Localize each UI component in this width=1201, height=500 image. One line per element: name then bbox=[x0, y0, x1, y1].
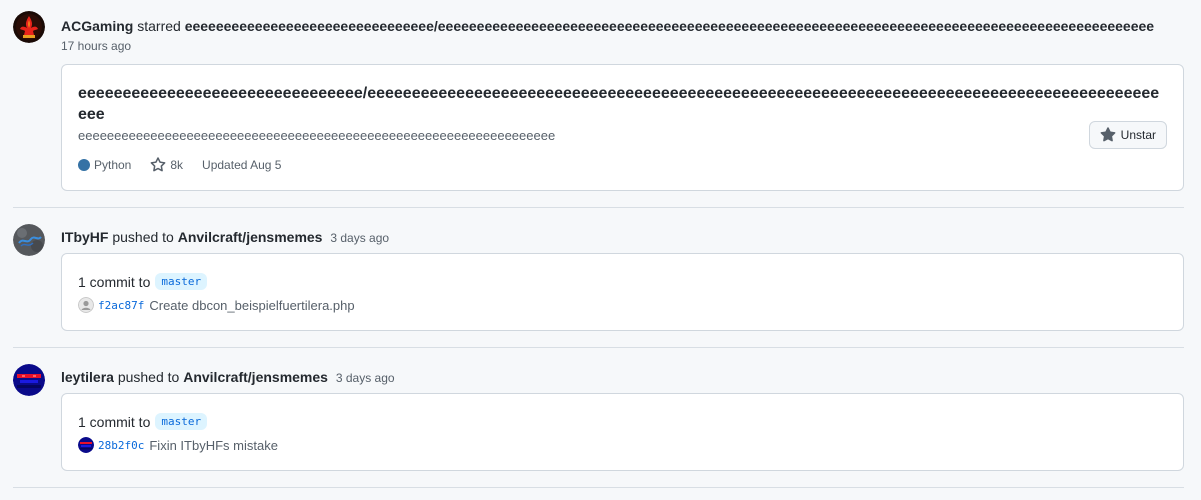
event-time: 17 hours ago bbox=[61, 39, 132, 53]
repo-meta: Python 8k Updated Aug 5 bbox=[78, 157, 300, 173]
repo-language: Python bbox=[78, 158, 131, 172]
repo-updated: Updated Aug 5 bbox=[202, 158, 282, 172]
commit-message: Create dbcon_beispielfuertilera.php bbox=[149, 297, 355, 313]
event-time: 3 days ago bbox=[335, 371, 395, 385]
unstar-label: Unstar bbox=[1120, 128, 1156, 142]
feed-headline: leytilera pushed to Anvilcraft/jensmemes… bbox=[61, 368, 395, 387]
repo-link[interactable]: Anvilcraft/jensmemes bbox=[178, 229, 323, 245]
avatar-leytilera[interactable] bbox=[13, 364, 45, 396]
commit-count: 1 commit to master bbox=[78, 273, 208, 290]
commit-count-text: 1 commit to bbox=[78, 273, 151, 290]
commit-sha-link[interactable]: 28b2f0c bbox=[98, 439, 144, 452]
commit-author-avatar[interactable] bbox=[78, 437, 94, 453]
event-verb: pushed to bbox=[112, 229, 174, 245]
feed-divider bbox=[13, 487, 1184, 488]
repo-stars[interactable]: 8k bbox=[150, 157, 183, 173]
push-card: 1 commit to master f2ac87f Create dbcon_… bbox=[61, 253, 1184, 331]
repo-link[interactable]: eeeeeeeeeeeeeeeeeeeeeeeeeeeeeeee/eeeeeee… bbox=[185, 18, 1154, 34]
feed-headline: ACGaming starred eeeeeeeeeeeeeeeeeeeeeee… bbox=[61, 17, 1154, 35]
feed-headline: ITbyHF pushed to Anvilcraft/jensmemes 3 … bbox=[61, 228, 389, 247]
repo-link[interactable]: Anvilcraft/jensmemes bbox=[183, 369, 328, 385]
repo-description: eeeeeeeeeeeeeeeeeeeeeeeeeeeeeeeeeeeeeeee… bbox=[78, 128, 556, 143]
branch-label[interactable]: master bbox=[155, 273, 208, 290]
commit-row: f2ac87f Create dbcon_beispielfuertilera.… bbox=[78, 297, 355, 313]
commit-sha-link[interactable]: f2ac87f bbox=[98, 299, 144, 312]
push-card: 1 commit to master 28b2f0c Fixin ITbyHFs… bbox=[61, 393, 1184, 471]
branch-label[interactable]: master bbox=[155, 413, 208, 430]
avatar-acgaming[interactable] bbox=[13, 11, 45, 43]
star-filled-icon bbox=[1100, 127, 1116, 142]
event-verb: pushed to bbox=[117, 369, 180, 385]
actor-link[interactable]: leytilera bbox=[61, 369, 114, 385]
commit-message: Fixin ITbyHFs mistake bbox=[149, 437, 278, 453]
event-verb: starred bbox=[137, 18, 181, 34]
actor-link[interactable]: ITbyHF bbox=[61, 229, 108, 245]
commit-row: 28b2f0c Fixin ITbyHFs mistake bbox=[78, 437, 278, 453]
language-name: Python bbox=[94, 158, 132, 172]
commit-author-avatar[interactable] bbox=[78, 297, 94, 313]
repo-card-title[interactable]: eeeeeeeeeeeeeeeeeeeeeeeeeeeeeeee/eeeeeee… bbox=[78, 83, 1168, 125]
unstar-button[interactable]: Unstar bbox=[1088, 121, 1167, 149]
feed-divider bbox=[13, 207, 1184, 208]
commit-count-text: 1 commit to bbox=[78, 413, 151, 430]
avatar-itbyhf[interactable] bbox=[13, 224, 45, 256]
repo-card: eeeeeeeeeeeeeeeeeeeeeeeeeeeeeeee/eeeeeee… bbox=[61, 64, 1184, 191]
feed-divider bbox=[13, 347, 1184, 348]
star-outline-icon bbox=[150, 157, 166, 172]
event-time: 3 days ago bbox=[330, 231, 390, 245]
commit-count: 1 commit to master bbox=[78, 413, 208, 430]
star-count: 8k bbox=[170, 158, 184, 172]
language-color-dot bbox=[78, 159, 90, 171]
actor-link[interactable]: ACGaming bbox=[61, 18, 133, 34]
